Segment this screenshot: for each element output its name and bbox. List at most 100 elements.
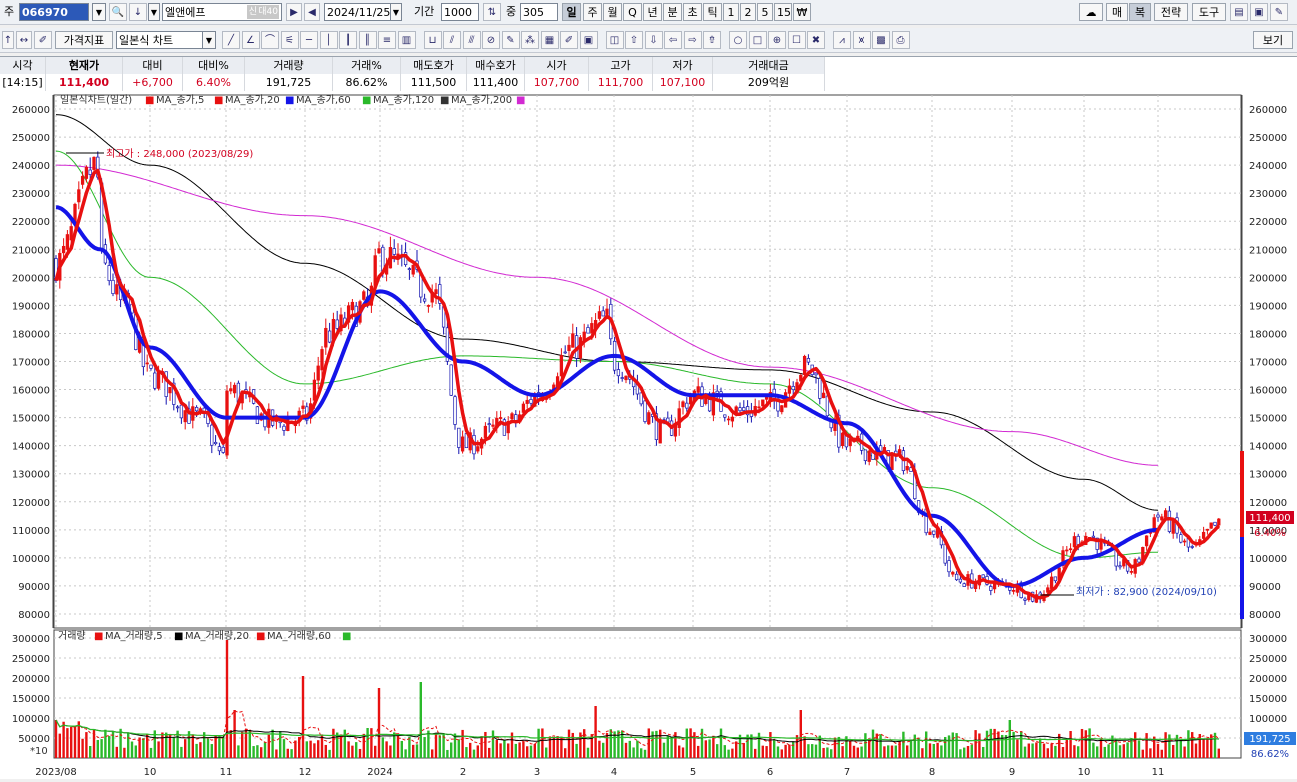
tf-quarter-button[interactable]: Q bbox=[623, 3, 642, 21]
draw-tool-icon[interactable]: ╱ bbox=[222, 31, 240, 49]
draw-tool-icon[interactable]: ✖ bbox=[807, 31, 825, 49]
quote-header: 매수호가 bbox=[467, 57, 525, 74]
draw-tool-icon[interactable]: ⫻ bbox=[462, 31, 481, 49]
stock-code-input[interactable]: 066970 bbox=[19, 3, 89, 21]
buy-sell-button[interactable]: 매 bbox=[1106, 3, 1128, 21]
code-dropdown-icon[interactable]: ▼ bbox=[92, 3, 106, 21]
edit-icon[interactable]: ✐ bbox=[34, 31, 52, 49]
date-dropdown-icon[interactable]: ▼ bbox=[390, 3, 402, 21]
draw-tool-icon[interactable]: ▥ bbox=[397, 31, 416, 49]
draw-tool-icon[interactable]: ≡ bbox=[378, 31, 396, 49]
draw-tool-icon[interactable]: ⇨ bbox=[683, 31, 702, 49]
candle-body bbox=[597, 311, 602, 319]
draw-tool-icon[interactable]: ⊔ bbox=[423, 31, 442, 49]
volume-bar bbox=[514, 743, 517, 758]
price-tick-label: 130000 bbox=[12, 470, 50, 481]
chart-area[interactable]: 260000 250000 240000 230000 220000 210000 2000… bbox=[0, 91, 1297, 779]
save-icon[interactable]: ▣ bbox=[1250, 3, 1268, 21]
draw-tool-icon[interactable]: ▩ bbox=[872, 31, 890, 49]
sort-dropdown-icon[interactable]: ▼ bbox=[148, 3, 160, 21]
search-icon[interactable]: 🔍 bbox=[109, 3, 127, 21]
compound-button[interactable]: 복 bbox=[1129, 3, 1151, 21]
draw-tool-icon[interactable]: ✎ bbox=[501, 31, 520, 49]
draw-tool-icon[interactable]: ⊘ bbox=[482, 31, 500, 49]
period-spin-icon[interactable]: ⇅ bbox=[483, 3, 501, 21]
tf-won-button[interactable]: ₩ bbox=[793, 3, 811, 21]
draw-tool-icon[interactable]: ⇧ bbox=[625, 31, 643, 49]
prev-icon[interactable]: ◀ bbox=[304, 3, 320, 21]
draw-tool-icon[interactable]: ⇩ bbox=[644, 31, 663, 49]
wrench-icon[interactable]: ✎ bbox=[1270, 3, 1288, 21]
tf-tick-button[interactable]: 틱 bbox=[703, 3, 722, 21]
strategy-button[interactable]: 전략 bbox=[1154, 3, 1188, 21]
draw-tool-icon[interactable]: ─ bbox=[300, 31, 318, 49]
candle-body bbox=[529, 399, 533, 404]
volume-bar bbox=[731, 748, 734, 758]
draw-tool-icon[interactable]: ⊕ bbox=[768, 31, 786, 49]
draw-tool-icon[interactable]: □ bbox=[748, 31, 767, 49]
chart-type-select[interactable]: 일본식 차트 bbox=[116, 31, 204, 49]
draw-tool-icon[interactable]: ▦ bbox=[540, 31, 559, 49]
volume-bar bbox=[1202, 739, 1205, 758]
draw-tool-icon[interactable]: ┃ bbox=[339, 31, 357, 49]
candle-body bbox=[685, 402, 689, 409]
draw-tool-icon[interactable]: ○ bbox=[729, 31, 747, 49]
svg-text:■: ■ bbox=[174, 631, 183, 642]
draw-tool-icon[interactable]: ║ bbox=[358, 31, 377, 49]
draw-tool-icon[interactable]: ⇦ bbox=[664, 31, 682, 49]
count-input[interactable]: 305 bbox=[520, 3, 558, 21]
draw-tool-icon[interactable]: ◫ bbox=[605, 31, 624, 49]
volume-bar bbox=[735, 741, 738, 758]
draw-tool-icon[interactable]: ⩘ bbox=[833, 31, 851, 49]
tf-1-button[interactable]: 1 bbox=[723, 3, 739, 21]
sort-icon[interactable]: ↓ bbox=[129, 3, 147, 21]
folder-icon[interactable]: ▤ bbox=[1230, 3, 1248, 21]
date-input[interactable]: 2024/11/25 bbox=[324, 3, 392, 21]
volume-bar bbox=[1206, 738, 1209, 758]
tf-week-button[interactable]: 주 bbox=[583, 3, 602, 21]
tf-day-button[interactable]: 일 bbox=[562, 3, 581, 21]
view-button[interactable]: 보기 bbox=[1253, 31, 1293, 49]
candle-body bbox=[335, 319, 339, 329]
cloud-icon[interactable]: ☁ bbox=[1079, 3, 1103, 21]
draw-tool-icon[interactable]: ▣ bbox=[579, 31, 598, 49]
tf-5-button[interactable]: 5 bbox=[757, 3, 773, 21]
draw-tool-icon[interactable]: ⌒ bbox=[261, 31, 279, 49]
draw-tool-icon[interactable]: ⁂ bbox=[521, 31, 539, 49]
horizontal-arrows-icon[interactable]: ↔ bbox=[16, 31, 32, 49]
period-input[interactable]: 1000 bbox=[441, 3, 479, 21]
draw-tool-icon[interactable]: ✐ bbox=[560, 31, 578, 49]
price-indicator-button[interactable]: 가격지표 bbox=[55, 31, 113, 49]
low-annotation-text: 최저가 : 82,900 (2024/09/10) bbox=[1076, 586, 1217, 598]
tf-year-button[interactable]: 년 bbox=[643, 3, 662, 21]
candle-body bbox=[1091, 535, 1096, 538]
draw-tool-icon[interactable]: ⚟ bbox=[280, 31, 299, 49]
tf-second-button[interactable]: 초 bbox=[683, 3, 702, 21]
draw-tool-icon[interactable]: │ bbox=[319, 31, 338, 49]
chart-type-dropdown-icon[interactable]: ▼ bbox=[202, 31, 216, 49]
candle-body bbox=[168, 387, 172, 394]
tf-month-button[interactable]: 월 bbox=[603, 3, 622, 21]
tf-minute-button[interactable]: 분 bbox=[663, 3, 682, 21]
candle-body bbox=[647, 412, 651, 425]
candle-body bbox=[521, 403, 526, 413]
candle-body bbox=[1129, 571, 1134, 573]
draw-tool-icon[interactable]: ⩙ bbox=[852, 31, 871, 49]
tf-2-button[interactable]: 2 bbox=[740, 3, 756, 21]
draw-tool-icon[interactable]: ⎙ bbox=[891, 31, 910, 49]
volume-bar bbox=[480, 736, 483, 758]
price-tick-label: 190000 bbox=[1249, 301, 1287, 312]
draw-tool-icon[interactable]: ∠ bbox=[241, 31, 260, 49]
tools-button[interactable]: 도구 bbox=[1192, 3, 1226, 21]
draw-tool-icon[interactable]: ⇮ bbox=[703, 31, 721, 49]
stock-name-field[interactable]: 엘앤에프 신 대40 bbox=[162, 3, 282, 21]
draw-tool-icon[interactable]: ⫽ bbox=[443, 31, 461, 49]
up-arrow-icon[interactable]: ↑ bbox=[2, 31, 14, 49]
volume-bar bbox=[697, 745, 700, 758]
chart-canvas[interactable]: 2600002500002400002300002200002100002000… bbox=[0, 91, 1297, 779]
play-icon[interactable]: ▶ bbox=[286, 3, 302, 21]
candle-body bbox=[320, 349, 324, 371]
draw-tool-icon[interactable]: ☐ bbox=[787, 31, 806, 49]
volume-bar bbox=[184, 739, 187, 758]
tf-15-button[interactable]: 15 bbox=[774, 3, 792, 21]
